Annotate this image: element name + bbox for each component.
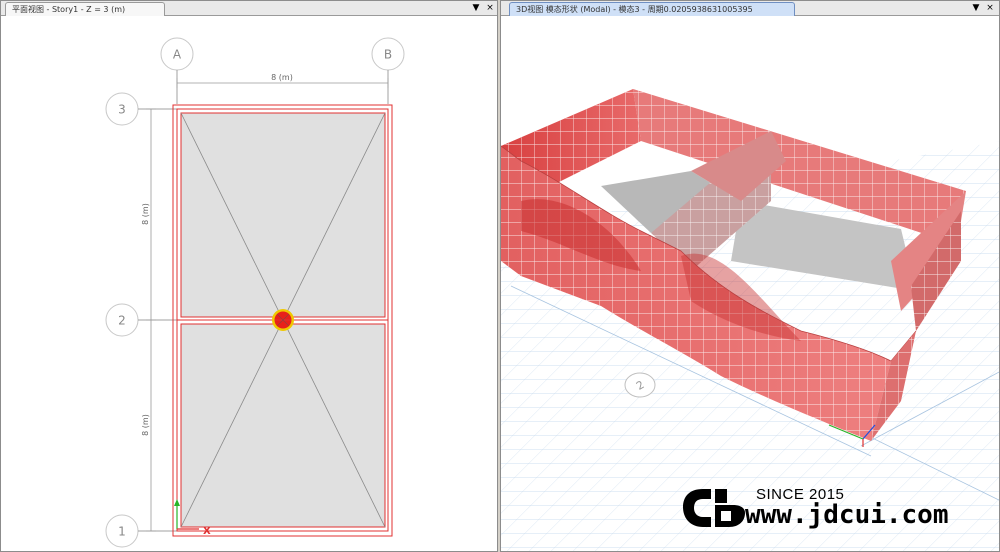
tab-3d-view[interactable]: 3D视图 模态形状 (Modal) - 模态3 - 周期0.0205938631… [509, 2, 795, 16]
lower-dimension-label: 8 (m) [141, 414, 150, 436]
axis-x-label: X [203, 526, 211, 537]
grid-label-2: 2 [118, 314, 126, 328]
close-icon[interactable]: × [985, 2, 995, 14]
top-dimension-label: 8 (m) [271, 73, 293, 82]
plan-canvas[interactable]: A B 3 2 1 8 (m) 8 (m) 8 (m) X [1, 17, 498, 552]
3d-canvas[interactable]: 2 [501, 17, 1000, 552]
watermark-site: www.jdcui.com [745, 500, 949, 530]
grid-label-3: 3 [118, 103, 126, 117]
grid-label-b: B [384, 48, 392, 62]
grid-label-1: 1 [118, 525, 126, 539]
grid-bubble-a: A [160, 37, 194, 71]
tab-plan-view[interactable]: 平面视图 - Story1 - Z = 3 (m) [5, 2, 165, 16]
grid-bubble-3: 3 [105, 92, 139, 126]
plan-view-pane[interactable]: 平面视图 - Story1 - Z = 3 (m) ▼ × A B 3 2 1 [0, 0, 498, 552]
grid-bubble-1: 1 [105, 514, 139, 548]
grid-bubble-2: 2 [105, 303, 139, 337]
upper-dimension-label: 8 (m) [141, 203, 150, 225]
grid-label-a: A [173, 48, 182, 62]
grid-bubble-b: B [371, 37, 405, 71]
3d-view-tabbar: 3D视图 模态形状 (Modal) - 模态3 - 周期0.0205938631… [501, 1, 999, 16]
plan-view-tabbar: 平面视图 - Story1 - Z = 3 (m) ▼ × [1, 1, 497, 16]
slab-panel-upper[interactable] [180, 112, 386, 318]
cjd-logo-icon [683, 489, 745, 527]
column-marker[interactable] [272, 309, 294, 331]
left-dimension-line [146, 108, 156, 532]
dropdown-arrow-icon[interactable]: ▼ [971, 2, 981, 14]
close-icon[interactable]: × [485, 2, 495, 14]
3d-view-pane[interactable]: 3D视图 模态形状 (Modal) - 模态3 - 周期0.0205938631… [500, 0, 1000, 552]
dropdown-arrow-icon[interactable]: ▼ [471, 2, 481, 14]
slab-panel-lower[interactable] [180, 323, 386, 528]
grid-bubble-2-3d: 2 [624, 372, 656, 398]
